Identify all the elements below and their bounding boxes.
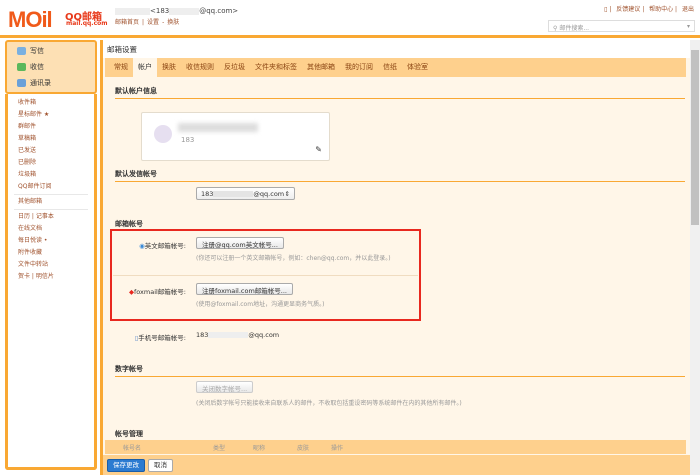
nickname-blurred xyxy=(178,123,258,132)
compose-button[interactable]: 写信 xyxy=(7,42,95,58)
register-english-button[interactable]: 注册@qq.com英文帐号... xyxy=(196,237,284,249)
foxmail-hint: (使用@foxmail.com地址，沟通更显商务气质。) xyxy=(196,301,325,308)
sidebar-item-reading[interactable]: 每日悦读 • xyxy=(18,235,94,247)
page-title: 邮箱设置 xyxy=(107,45,137,54)
select-arrows-icon: ⇕ xyxy=(284,190,290,198)
footer-bar xyxy=(103,455,690,475)
english-label: ◉英文邮箱帐号: xyxy=(139,242,186,250)
tab-folders[interactable]: 文件夹和标签 xyxy=(250,58,302,77)
sidebar-item-transfer[interactable]: 文件中转站 xyxy=(18,259,94,271)
logo[interactable]: MOil xyxy=(8,7,53,33)
sidebar-item-docs[interactable]: 在线文档 xyxy=(18,223,94,235)
divider xyxy=(14,209,88,210)
tab-stationery[interactable]: 信纸 xyxy=(378,58,402,77)
link-skin[interactable]: 换肤 xyxy=(167,19,179,26)
close-digit-button[interactable]: 关闭数字帐号... xyxy=(196,381,254,393)
sidebar-item-drafts[interactable]: 草稿箱 xyxy=(18,133,94,145)
sidebar-item-group[interactable]: 群邮件 xyxy=(18,121,94,133)
link-feedback[interactable]: 反馈建议 xyxy=(616,6,640,13)
tab-other-mail[interactable]: 其他邮箱 xyxy=(302,58,340,77)
folder-list: 收件箱 星标邮件 ★ 群邮件 草稿箱 已发送 已删除 垃圾箱 QQ邮件订阅 其他… xyxy=(5,94,97,470)
chevron-down-icon[interactable]: ▾ xyxy=(687,23,690,30)
user-suffix: @qq.com> xyxy=(199,7,239,15)
sender-suffix: @qq.com xyxy=(253,190,285,198)
header-links: 邮箱首页 | 设置 - 换肤 xyxy=(115,17,182,26)
tab-account[interactable]: 帐户 xyxy=(133,58,157,77)
sidebar-item-other[interactable]: 其他邮箱 xyxy=(18,196,94,208)
sidebar-item-deleted[interactable]: 已删除 xyxy=(18,157,94,169)
receive-label: 收信 xyxy=(30,63,44,71)
section-default-account: 默认帐户信息 xyxy=(115,86,685,99)
link-logout[interactable]: 退出 xyxy=(682,6,694,13)
section-digit-account: 数字帐号 xyxy=(115,364,685,377)
col-actions: 操作 xyxy=(331,445,344,452)
contacts-button[interactable]: 通讯录 xyxy=(7,74,95,90)
contacts-label: 通讯录 xyxy=(30,79,51,87)
accounts-table-header: 帐号名 类型 昵称 皮肤 操作 xyxy=(105,440,686,454)
sidebar-item-cards[interactable]: 贺卡 | 明信片 xyxy=(18,271,94,283)
quick-actions: 写信 收信 通讯录 xyxy=(5,40,97,94)
title-bar xyxy=(103,40,690,58)
user-prefix: <183 xyxy=(150,7,170,15)
sender-select[interactable]: 183 @qq.com ⇕ xyxy=(196,187,295,200)
phone-email: 183 @qq.com xyxy=(196,331,280,339)
user-id: 183 xyxy=(181,136,195,144)
sidebar-item-starred[interactable]: 星标邮件 ★ xyxy=(18,109,94,121)
sidebar-item-inbox[interactable]: 收件箱 xyxy=(18,97,94,109)
sidebar-item-spam[interactable]: 垃圾箱 xyxy=(18,169,94,181)
top-links: ▯ | 反馈建议 | 帮助中心 | 退出 xyxy=(604,6,694,13)
col-account: 帐号名 xyxy=(123,445,142,452)
edit-icon[interactable]: ✎ xyxy=(315,145,322,154)
link-home[interactable]: 邮箱首页 xyxy=(115,19,139,26)
tab-lab[interactable]: 体验室 xyxy=(402,58,433,77)
sep: | xyxy=(142,19,145,26)
sidebar-item-calendar[interactable]: 日历 | 记事本 xyxy=(18,211,94,223)
search-placeholder: 邮件搜索... xyxy=(559,25,590,32)
link-help[interactable]: 帮助中心 xyxy=(649,6,673,13)
header-divider xyxy=(0,35,700,38)
compose-label: 写信 xyxy=(30,47,44,55)
section-default-sender: 默认发信帐号 xyxy=(115,169,685,182)
sidebar-item-subscriptions[interactable]: QQ邮件订阅 xyxy=(18,181,94,193)
tab-skin[interactable]: 换肤 xyxy=(157,58,181,77)
sidebar-item-attachments[interactable]: 附件收藏 xyxy=(18,247,94,259)
sender-prefix: 183 xyxy=(201,190,214,198)
register-foxmail-button[interactable]: 注册foxmail.com邮箱帐号... xyxy=(196,283,293,295)
tab-rules[interactable]: 收信规则 xyxy=(181,58,219,77)
inbox-button[interactable]: 收信 xyxy=(7,58,95,74)
avatar xyxy=(154,125,172,143)
sep: - xyxy=(162,19,165,26)
sidebar-item-sent[interactable]: 已发送 xyxy=(18,145,94,157)
compose-icon xyxy=(17,47,26,55)
tab-antispam[interactable]: 反垃圾 xyxy=(219,58,250,77)
digit-hint: (关闭后数字帐号只能接收来自联系人的邮件，不收取包括重设密码等系统邮件在内的其他… xyxy=(196,400,462,407)
col-nickname: 昵称 xyxy=(253,445,266,452)
receive-icon xyxy=(17,63,26,71)
foxmail-label: ◆foxmail邮箱帐号: xyxy=(128,288,186,296)
settings-tabs: 常规 帐户 换肤 收信规则 反垃圾 文件夹和标签 其他邮箱 我的订阅 信纸 体验… xyxy=(105,58,686,77)
logo-url: mail.qq.com xyxy=(66,20,108,27)
cancel-button[interactable]: 取消 xyxy=(148,459,173,472)
divider xyxy=(14,194,88,195)
link-settings[interactable]: 设置 xyxy=(147,19,159,26)
search-input[interactable]: ⚲ 邮件搜索... ▾ xyxy=(548,20,695,32)
profile-card: 183 ✎ xyxy=(141,112,330,161)
contacts-icon xyxy=(17,79,26,87)
english-hint: (你还可以注册一个英文邮箱帐号，例如：chen@qq.com，并以此登录。) xyxy=(196,255,391,262)
col-type: 类型 xyxy=(213,445,226,452)
phone-icon[interactable]: ▯ xyxy=(604,6,607,13)
phone-label: ▯手机号邮箱帐号: xyxy=(134,334,186,342)
user-email: <183 @qq.com> xyxy=(115,7,238,15)
save-button[interactable]: 保存更改 xyxy=(107,459,145,472)
tab-general[interactable]: 常规 xyxy=(109,58,133,77)
scrollbar-thumb[interactable] xyxy=(691,50,699,225)
col-skin: 皮肤 xyxy=(297,445,310,452)
divider xyxy=(113,275,418,276)
tab-subscriptions[interactable]: 我的订阅 xyxy=(340,58,378,77)
